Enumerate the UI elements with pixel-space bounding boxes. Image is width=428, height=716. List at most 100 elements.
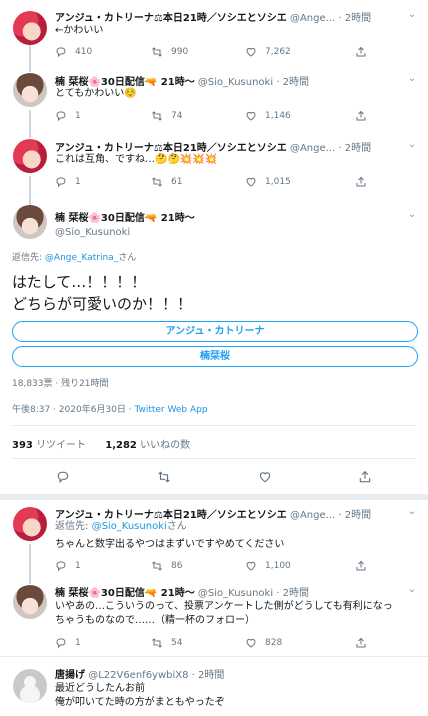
- action-bar: 1 86 1,100: [55, 560, 395, 574]
- client-link[interactable]: Twitter Web App: [134, 405, 207, 415]
- handle[interactable]: @L22V6enf6ywbiX8 · 2時間: [88, 670, 224, 681]
- action-bar: 1 74 1,146: [55, 110, 395, 124]
- avatar[interactable]: [13, 11, 47, 45]
- retweet-icon: [152, 638, 162, 648]
- reply-button[interactable]: 1: [55, 637, 81, 649]
- reply-to-suffix: さん: [118, 253, 137, 263]
- retweet-button[interactable]: 61: [151, 176, 182, 188]
- thread-line: [29, 130, 31, 138]
- handle[interactable]: @Ange...: [290, 143, 335, 154]
- reply-to: 返信先: @Ange_Katrina_さん: [12, 250, 136, 263]
- retweet-button[interactable]: 54: [151, 637, 182, 649]
- tweet-text: これは互角、ですね…🤔🤔💥💥💥: [55, 154, 218, 165]
- avatar[interactable]: [13, 139, 47, 173]
- chevron-down-icon[interactable]: ⌄: [408, 506, 416, 517]
- chevron-down-icon[interactable]: ⌄: [408, 584, 416, 595]
- thread-line: [29, 544, 31, 582]
- display-name[interactable]: 楠 栞桜🌸30日配信🔫 21時〜: [55, 209, 195, 224]
- divider: [12, 458, 416, 459]
- reply-icon: [56, 47, 66, 58]
- divider: [12, 425, 416, 426]
- share-button[interactable]: [355, 560, 367, 572]
- like-button[interactable]: 828: [245, 637, 282, 649]
- share-button[interactable]: [355, 110, 367, 122]
- reply-to-handle-link[interactable]: @Sio_Kusunoki: [92, 521, 167, 532]
- tweet-1[interactable]: アンジュ・カトリーナ⚖本日21時／ソシエとソシエ @Ange... · 2時間 …: [0, 0, 428, 68]
- share-button[interactable]: [355, 46, 367, 58]
- poll-option-1-button[interactable]: アンジュ・カトリーナ: [12, 321, 418, 342]
- reply-to-handle-link[interactable]: @Ange_Katrina_: [45, 253, 118, 263]
- avatar[interactable]: [13, 669, 47, 703]
- likes-label: いいねの数: [140, 440, 191, 451]
- share-icon: [356, 637, 366, 648]
- retweet-button[interactable]: 86: [151, 560, 182, 572]
- main-avatar[interactable]: [13, 205, 47, 239]
- avatar[interactable]: [13, 507, 47, 541]
- avatar[interactable]: [13, 585, 47, 619]
- like-count: 7,262: [265, 47, 291, 57]
- chevron-down-icon[interactable]: ⌄: [408, 209, 416, 220]
- display-name[interactable]: 唐揚げ: [55, 670, 85, 681]
- poll-option-2-button[interactable]: 楠栞桜: [12, 346, 418, 367]
- reply-icon[interactable]: [56, 470, 70, 484]
- reply-icon: [56, 177, 66, 188]
- reply-button[interactable]: 1: [55, 110, 81, 122]
- handle[interactable]: @Sio_Kusunoki · 2時間: [198, 588, 309, 599]
- like-button[interactable]: 1,100: [245, 560, 291, 572]
- retweet-button[interactable]: 990: [151, 46, 188, 58]
- timestamp[interactable]: · 2時間: [338, 13, 371, 24]
- reply-button[interactable]: 1: [55, 560, 81, 572]
- engagement-stats: 393 リツイート 1,282 いいねの数: [12, 436, 190, 451]
- retweet-icon[interactable]: [157, 470, 171, 484]
- tweet-timestamp[interactable]: 午後8:37 · 2020年6月30日 ·: [12, 405, 134, 415]
- like-icon[interactable]: [258, 470, 272, 484]
- timestamp[interactable]: · 2時間: [338, 143, 371, 154]
- reply-3[interactable]: 唐揚げ @L22V6enf6ywbiX8 · 2時間 最近どうしたんお前 俺が叩…: [0, 657, 428, 716]
- retweet-icon: [152, 561, 162, 571]
- tweet-2[interactable]: 楠 栞桜🌸30日配信🔫 21時〜 @Sio_Kusunoki · 2時間 ⌄ と…: [0, 66, 428, 132]
- retweet-icon: [152, 111, 162, 121]
- likes-stat[interactable]: 1,282 いいねの数: [105, 440, 190, 451]
- retweets-stat[interactable]: 393 リツイート: [12, 440, 86, 451]
- display-name[interactable]: アンジュ・カトリーナ⚖本日21時／ソシエとソシエ: [55, 13, 287, 24]
- display-name[interactable]: 楠 栞桜🌸30日配信🔫 21時〜: [55, 588, 195, 599]
- chevron-down-icon[interactable]: ⌄: [408, 9, 416, 20]
- tweet-3[interactable]: アンジュ・カトリーナ⚖本日21時／ソシエとソシエ @Ange... · 2時間 …: [0, 130, 428, 200]
- handle[interactable]: @Ange...: [290, 510, 335, 521]
- retweet-count: 990: [171, 47, 189, 57]
- reply-icon: [56, 561, 66, 572]
- main-tweet-header: 楠 栞桜🌸30日配信🔫 21時〜 @Sio_Kusunoki: [55, 209, 195, 238]
- reply-icon: [56, 638, 66, 649]
- tweet-timestamp-line: 午後8:37 · 2020年6月30日 · Twitter Web App: [12, 402, 208, 415]
- tweet-text-line1: いやあの…こういうのって、投票アンケートした側がどうしても有利になっ: [55, 601, 393, 612]
- reply-count: 1: [75, 177, 81, 187]
- timestamp[interactable]: · 2時間: [338, 510, 371, 521]
- reply-button[interactable]: 410: [55, 46, 92, 58]
- reply-2[interactable]: 楠 栞桜🌸30日配信🔫 21時〜 @Sio_Kusunoki · 2時間 ⌄ い…: [0, 580, 428, 656]
- handle[interactable]: @Sio_Kusunoki: [55, 227, 195, 238]
- action-bar: 410 990 7,262: [55, 46, 395, 60]
- tweet-header: 唐揚げ @L22V6enf6ywbiX8 · 2時間: [55, 666, 224, 681]
- retweet-button[interactable]: 74: [151, 110, 182, 122]
- like-button[interactable]: 1,146: [245, 110, 291, 122]
- handle[interactable]: @Sio_Kusunoki · 2時間: [198, 77, 309, 88]
- share-button[interactable]: [355, 176, 367, 188]
- avatar[interactable]: [13, 73, 47, 107]
- reply-to: 返信先: @Sio_Kusunokiさん: [55, 520, 187, 534]
- like-button[interactable]: 7,262: [245, 46, 291, 58]
- chevron-down-icon[interactable]: ⌄: [408, 139, 416, 150]
- reply-1[interactable]: アンジュ・カトリーナ⚖本日21時／ソシエとソシエ @Ange... · 2時間 …: [0, 500, 428, 582]
- retweet-count: 86: [171, 561, 183, 571]
- like-button[interactable]: 1,015: [245, 176, 291, 188]
- reply-count: 1: [75, 561, 81, 571]
- handle[interactable]: @Ange...: [290, 13, 335, 24]
- reply-button[interactable]: 1: [55, 176, 81, 188]
- share-button[interactable]: [355, 637, 367, 649]
- share-icon: [356, 46, 366, 57]
- chevron-down-icon[interactable]: ⌄: [408, 73, 416, 84]
- like-count: 1,100: [265, 561, 291, 571]
- share-icon[interactable]: [358, 470, 372, 484]
- main-tweet-text-line2: どちらが可愛いのか！！！: [12, 295, 193, 313]
- tweet-text-line2: 俺が叩いてた時の方がまともやったぞ: [55, 697, 225, 708]
- reply-count: 1: [75, 638, 81, 648]
